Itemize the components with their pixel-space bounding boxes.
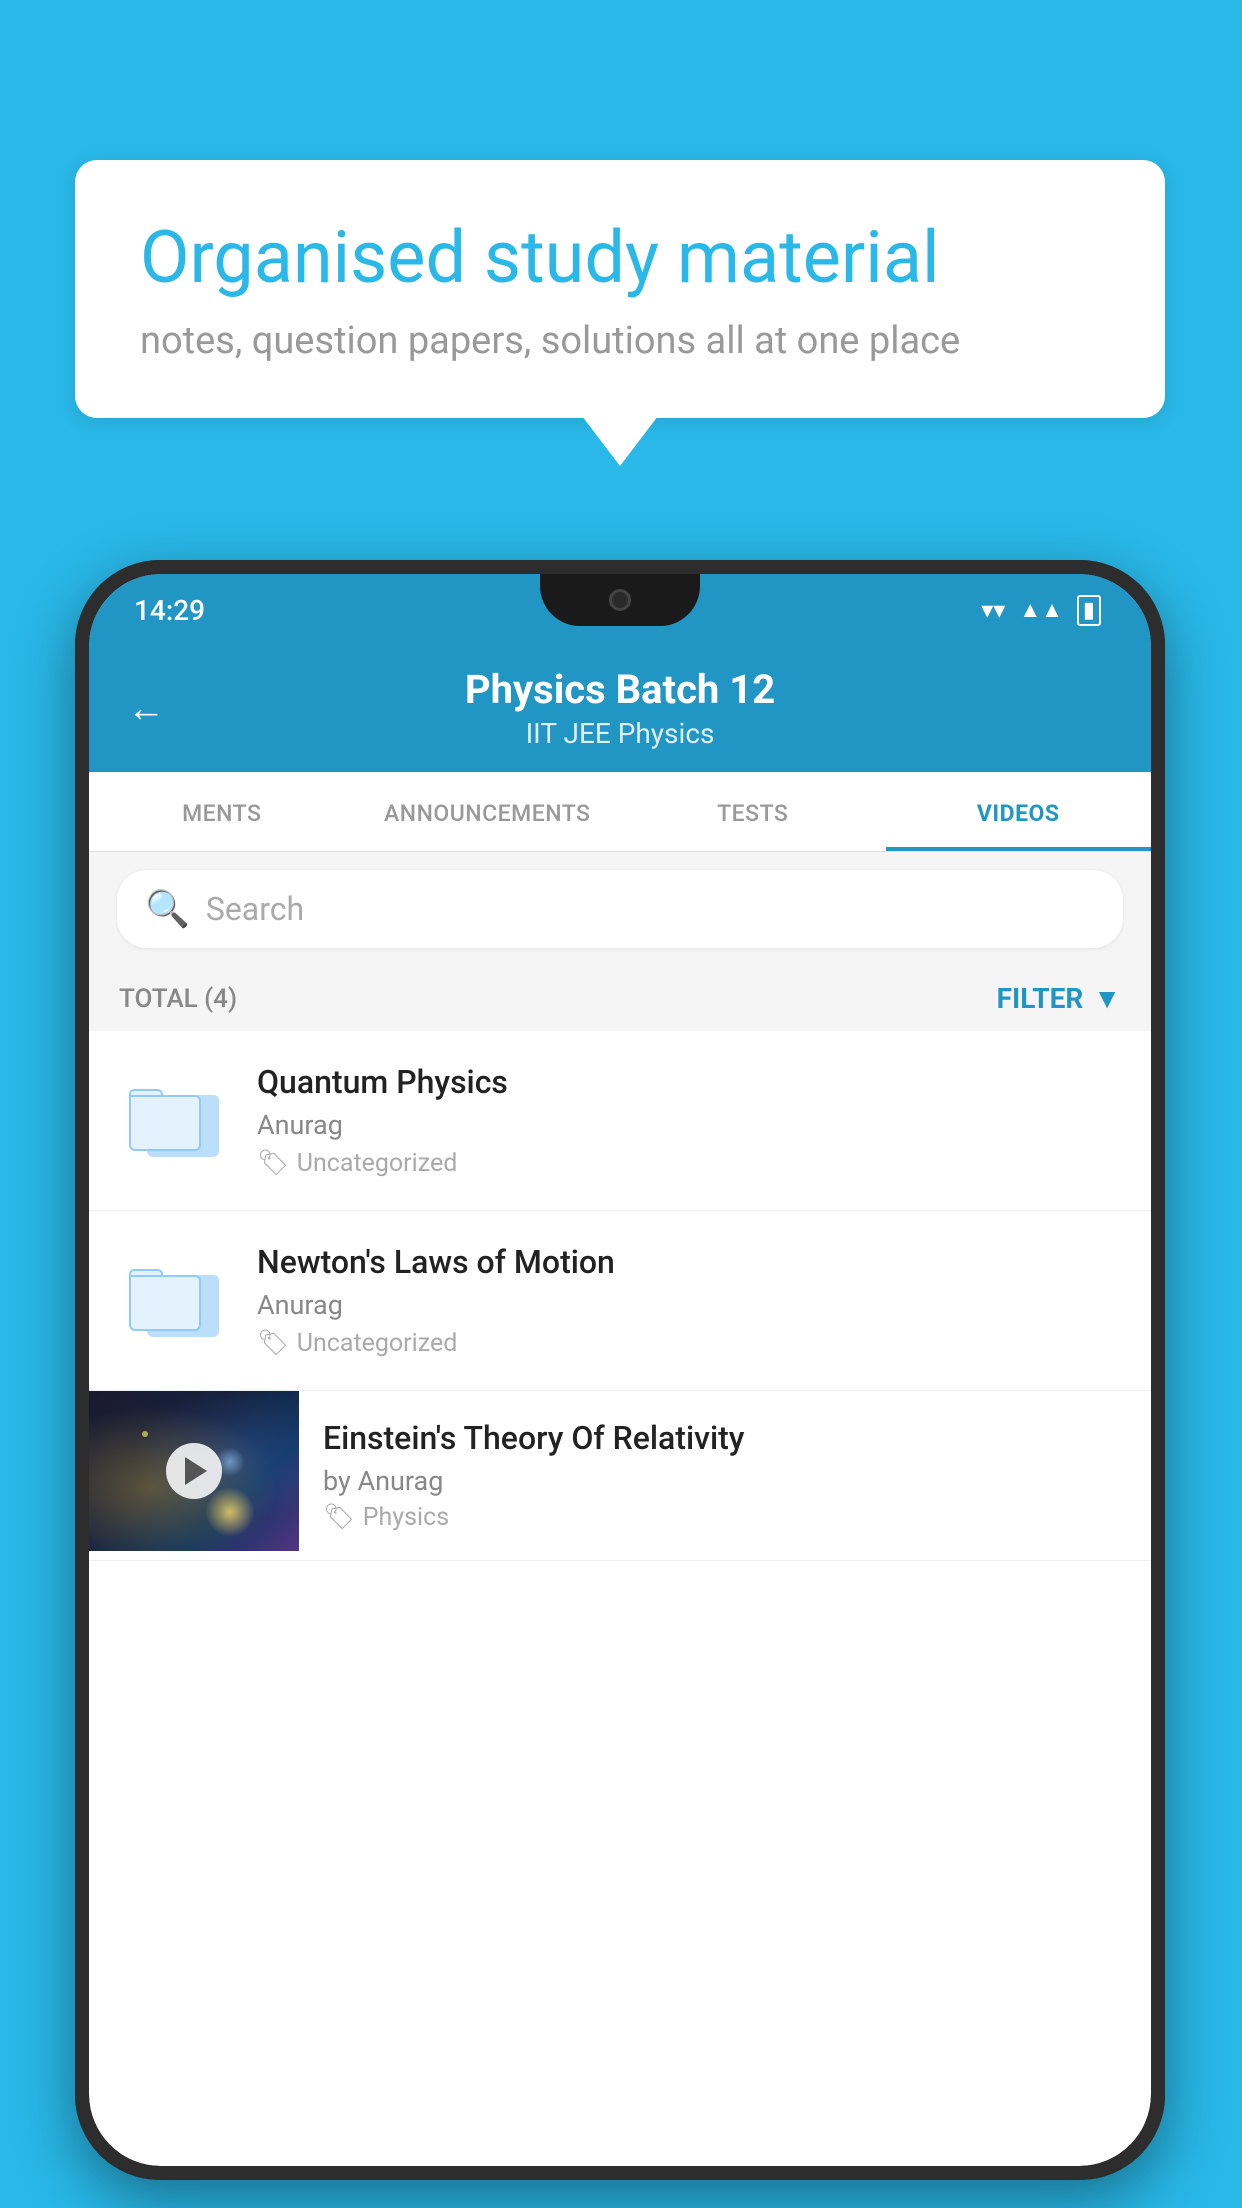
item-tag: 🏷 Uncategorized [257, 1329, 1121, 1358]
video-info: Einstein's Theory Of Relativity by Anura… [299, 1391, 1151, 1560]
bubble-subtitle: notes, question papers, solutions all at… [140, 319, 1100, 363]
bubble-title: Organised study material [140, 215, 1100, 301]
filter-button[interactable]: FILTER ▼ [997, 982, 1121, 1015]
search-icon: 🔍 [145, 888, 190, 930]
phone-frame: 14:29 ▾▾ ▲▲ ▮ ← Physics Batch 12 IIT JEE… [75, 560, 1165, 2180]
video-title: Einstein's Theory Of Relativity [323, 1419, 1127, 1457]
item-author: Anurag [257, 1109, 1121, 1141]
list-item[interactable]: Quantum Physics Anurag 🏷 Uncategorized [89, 1031, 1151, 1211]
camera-dot [609, 589, 631, 611]
tab-announcements[interactable]: ANNOUNCEMENTS [355, 772, 621, 851]
item-tag: 🏷 Uncategorized [257, 1149, 1121, 1178]
search-bar[interactable]: 🔍 Search [117, 870, 1123, 948]
list-item[interactable]: Newton's Laws of Motion Anurag 🏷 Uncateg… [89, 1211, 1151, 1391]
item-info: Newton's Laws of Motion Anurag 🏷 Uncateg… [257, 1243, 1121, 1358]
notch [540, 574, 700, 626]
tab-documents[interactable]: MENTS [89, 772, 355, 851]
filter-icon: ▼ [1093, 982, 1121, 1015]
video-thumbnail [89, 1391, 299, 1551]
item-icon-wrap [119, 1265, 229, 1337]
tag-label: Physics [363, 1503, 449, 1532]
play-button[interactable] [166, 1443, 222, 1499]
tag-label: Uncategorized [297, 1149, 458, 1178]
list-item-video[interactable]: Einstein's Theory Of Relativity by Anura… [89, 1391, 1151, 1561]
status-icons: ▾▾ ▲▲ ▮ [981, 595, 1101, 626]
header-title: Physics Batch 12 [465, 666, 775, 713]
battery-icon: ▮ [1077, 595, 1101, 626]
tab-videos[interactable]: VIDEOS [886, 772, 1152, 851]
video-tag: 🏷 Physics [323, 1503, 1127, 1532]
tag-icon: 🏷 [323, 1503, 355, 1532]
tag-icon: 🏷 [257, 1149, 289, 1178]
folder-icon [129, 1085, 219, 1157]
item-title: Quantum Physics [257, 1063, 1121, 1101]
item-icon-wrap [119, 1085, 229, 1157]
speech-bubble: Organised study material notes, question… [75, 160, 1165, 418]
search-bar-wrap: 🔍 Search [89, 852, 1151, 966]
item-title: Newton's Laws of Motion [257, 1243, 1121, 1281]
filter-label: FILTER [997, 982, 1084, 1015]
signal-icon: ▲▲ [1019, 597, 1063, 623]
wifi-icon: ▾▾ [981, 596, 1005, 624]
phone-screen: 14:29 ▾▾ ▲▲ ▮ ← Physics Batch 12 IIT JEE… [89, 574, 1151, 2166]
item-author: Anurag [257, 1289, 1121, 1321]
tag-icon: 🏷 [257, 1329, 289, 1358]
search-placeholder: Search [206, 890, 304, 928]
filter-bar: TOTAL (4) FILTER ▼ [89, 966, 1151, 1031]
app-header: ← Physics Batch 12 IIT JEE Physics [89, 646, 1151, 772]
total-count: TOTAL (4) [119, 984, 237, 1014]
back-button[interactable]: ← [127, 687, 165, 731]
item-info: Quantum Physics Anurag 🏷 Uncategorized [257, 1063, 1121, 1178]
tabs-bar: MENTS ANNOUNCEMENTS TESTS VIDEOS [89, 772, 1151, 852]
play-triangle-icon [185, 1457, 207, 1485]
video-author: by Anurag [323, 1465, 1127, 1497]
content-list: Quantum Physics Anurag 🏷 Uncategorized [89, 1031, 1151, 1561]
status-time: 14:29 [134, 594, 205, 627]
tag-label: Uncategorized [297, 1329, 458, 1358]
status-bar: 14:29 ▾▾ ▲▲ ▮ [89, 574, 1151, 646]
header-subtitle: IIT JEE Physics [526, 717, 715, 750]
folder-icon [129, 1265, 219, 1337]
tab-tests[interactable]: TESTS [620, 772, 886, 851]
